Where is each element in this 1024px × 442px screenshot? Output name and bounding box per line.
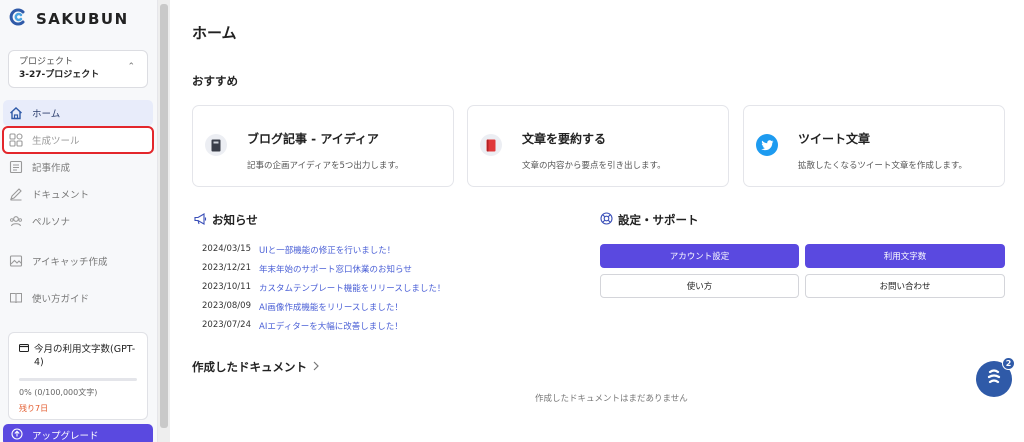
notification-badge: 2	[1002, 357, 1015, 370]
news-date: 2023/10/11	[202, 282, 251, 292]
scrollbar-thumb[interactable]	[160, 4, 168, 428]
recommend-heading: おすすめ	[192, 73, 238, 89]
usage-count: 0% (0/100,000文字)	[19, 388, 98, 397]
sidebar-scrollbar[interactable]	[158, 0, 170, 442]
contact-button[interactable]: お問い合わせ	[805, 274, 1005, 298]
usage-title-row: 今月の利用文字数(GPT-4)	[19, 343, 137, 369]
news-link[interactable]: AIエディターを大幅に改善しました！	[259, 320, 403, 332]
card-title: ブログ記事 - アイディア	[247, 132, 379, 146]
grid-icon	[9, 133, 23, 147]
documents-title: 作成したドキュメント	[192, 360, 307, 374]
news-title: お知らせ	[212, 213, 258, 227]
project-label: プロジェクト	[19, 57, 74, 67]
page-title: ホーム	[192, 24, 237, 42]
usage-remaining-days: 残り7日	[19, 404, 49, 413]
sidebar-item-generation-tools[interactable]: 生成ツール	[2, 126, 154, 154]
article-icon	[9, 160, 23, 174]
news-link[interactable]: UIと一部機能の修正を行いました！	[259, 244, 395, 256]
home-icon	[9, 106, 23, 120]
usage-card: 今月の利用文字数(GPT-4) 0% (0/100,000文字) 残り7日	[8, 332, 148, 420]
news-item[interactable]: 2024/03/15 UIと一部機能の修正を行いました！	[202, 244, 395, 256]
usage-progress-bar	[19, 378, 137, 381]
news-date: 2023/12/21	[202, 263, 251, 273]
image-icon	[9, 254, 23, 268]
card-description: 拡散したくなるツイート文章を作成します。	[798, 161, 967, 171]
chevron-updown-icon: ⌃	[127, 62, 135, 72]
howto-button[interactable]: 使い方	[600, 274, 799, 298]
news-date: 2024/03/15	[202, 244, 251, 254]
logo-text: SAKUBUN	[36, 10, 129, 28]
sidebar-item-article[interactable]: 記事作成	[3, 154, 153, 180]
support-icon	[600, 212, 613, 228]
card-title: 文章を要約する	[522, 132, 607, 146]
sidebar-item-eyecatch[interactable]: アイキャッチ作成	[3, 248, 153, 274]
documents-heading[interactable]: 作成したドキュメント	[192, 359, 320, 375]
usage-title: 今月の利用文字数(GPT-4)	[34, 344, 136, 368]
sidebar-item-label: 使い方ガイド	[32, 294, 90, 305]
app-root: SAKUBUN プロジェクト 3-27-プロジェクト ⌃ ホーム 生成ツール 記…	[0, 0, 1024, 442]
recommend-card-summarize[interactable]: 文章を要約する 文章の内容から要点を引き出します。	[467, 105, 729, 187]
notebook-icon	[205, 134, 227, 156]
sidebar-item-guide[interactable]: 使い方ガイド	[3, 285, 153, 311]
red-book-icon	[480, 134, 502, 156]
book-icon	[9, 291, 23, 305]
news-date: 2023/07/24	[202, 320, 251, 330]
account-settings-button[interactable]: アカウント設定	[600, 244, 799, 268]
sidebar-item-documents[interactable]: ドキュメント	[3, 181, 153, 207]
news-item[interactable]: 2023/08/09 AI画像作成機能をリリースしました！	[202, 301, 403, 313]
settings-heading: 設定・サポート	[600, 212, 699, 228]
arrow-up-circle-icon	[11, 427, 23, 442]
news-heading: お知らせ	[194, 212, 258, 228]
news-item[interactable]: 2023/12/21 年末年始のサポート窓口休業のお知らせ	[202, 263, 412, 275]
sidebar-item-label: 生成ツール	[32, 136, 80, 147]
sakubun-logo-icon	[8, 7, 28, 31]
news-date: 2023/08/09	[202, 301, 251, 311]
twitter-icon	[756, 134, 778, 156]
upgrade-button[interactable]: アップグレード	[3, 424, 153, 442]
card-description: 文章の内容から要点を引き出します。	[522, 161, 666, 171]
logo[interactable]: SAKUBUN	[8, 8, 129, 30]
news-link[interactable]: AI画像作成機能をリリースしました！	[259, 301, 403, 313]
sidebar-item-label: アイキャッチ作成	[32, 257, 108, 268]
usage-button[interactable]: 利用文字数	[805, 244, 1005, 268]
upgrade-label: アップグレード	[32, 431, 99, 442]
project-name: 3-27-プロジェクト	[19, 70, 100, 80]
sidebar-item-label: ドキュメント	[32, 190, 90, 201]
news-link[interactable]: カスタムテンプレート機能をリリースしました！	[259, 282, 445, 294]
pen-icon	[9, 187, 23, 201]
card-description: 記事の企画アイディアを5つ出力します。	[247, 161, 404, 171]
recommend-card-tweet[interactable]: ツイート文章 拡散したくなるツイート文章を作成します。	[743, 105, 1005, 187]
news-link[interactable]: 年末年始のサポート窓口休業のお知らせ	[259, 263, 412, 275]
sidebar-item-persona[interactable]: ペルソナ	[3, 208, 153, 234]
sidebar-item-label: 記事作成	[32, 163, 71, 174]
sidebar: SAKUBUN プロジェクト 3-27-プロジェクト ⌃ ホーム 生成ツール 記…	[0, 0, 158, 442]
news-item[interactable]: 2023/10/11 カスタムテンプレート機能をリリースしました！	[202, 282, 445, 294]
recommend-card-blog-idea[interactable]: ブログ記事 - アイディア 記事の企画アイディアを5つ出力します。	[192, 105, 454, 187]
help-chat-button[interactable]: 2	[976, 357, 1015, 397]
sidebar-item-home[interactable]: ホーム	[3, 100, 153, 126]
recommend-title: おすすめ	[192, 74, 238, 88]
chat-logo-icon	[986, 368, 1002, 390]
sidebar-item-label: ペルソナ	[32, 217, 71, 228]
sidebar-item-label: ホーム	[32, 109, 61, 120]
card-title: ツイート文章	[798, 132, 871, 146]
settings-title: 設定・サポート	[618, 213, 699, 227]
chevron-right-icon	[312, 360, 320, 375]
users-icon	[9, 214, 23, 228]
main-content: ホーム おすすめ ブログ記事 - アイディア 記事の企画アイディアを5つ出力しま…	[170, 0, 1024, 442]
documents-empty-message: 作成したドキュメントはまだありません	[535, 394, 688, 404]
card-icon	[19, 343, 29, 369]
news-item[interactable]: 2023/07/24 AIエディターを大幅に改善しました！	[202, 320, 403, 332]
megaphone-icon	[194, 212, 207, 228]
project-selector[interactable]: プロジェクト 3-27-プロジェクト ⌃	[8, 50, 148, 88]
